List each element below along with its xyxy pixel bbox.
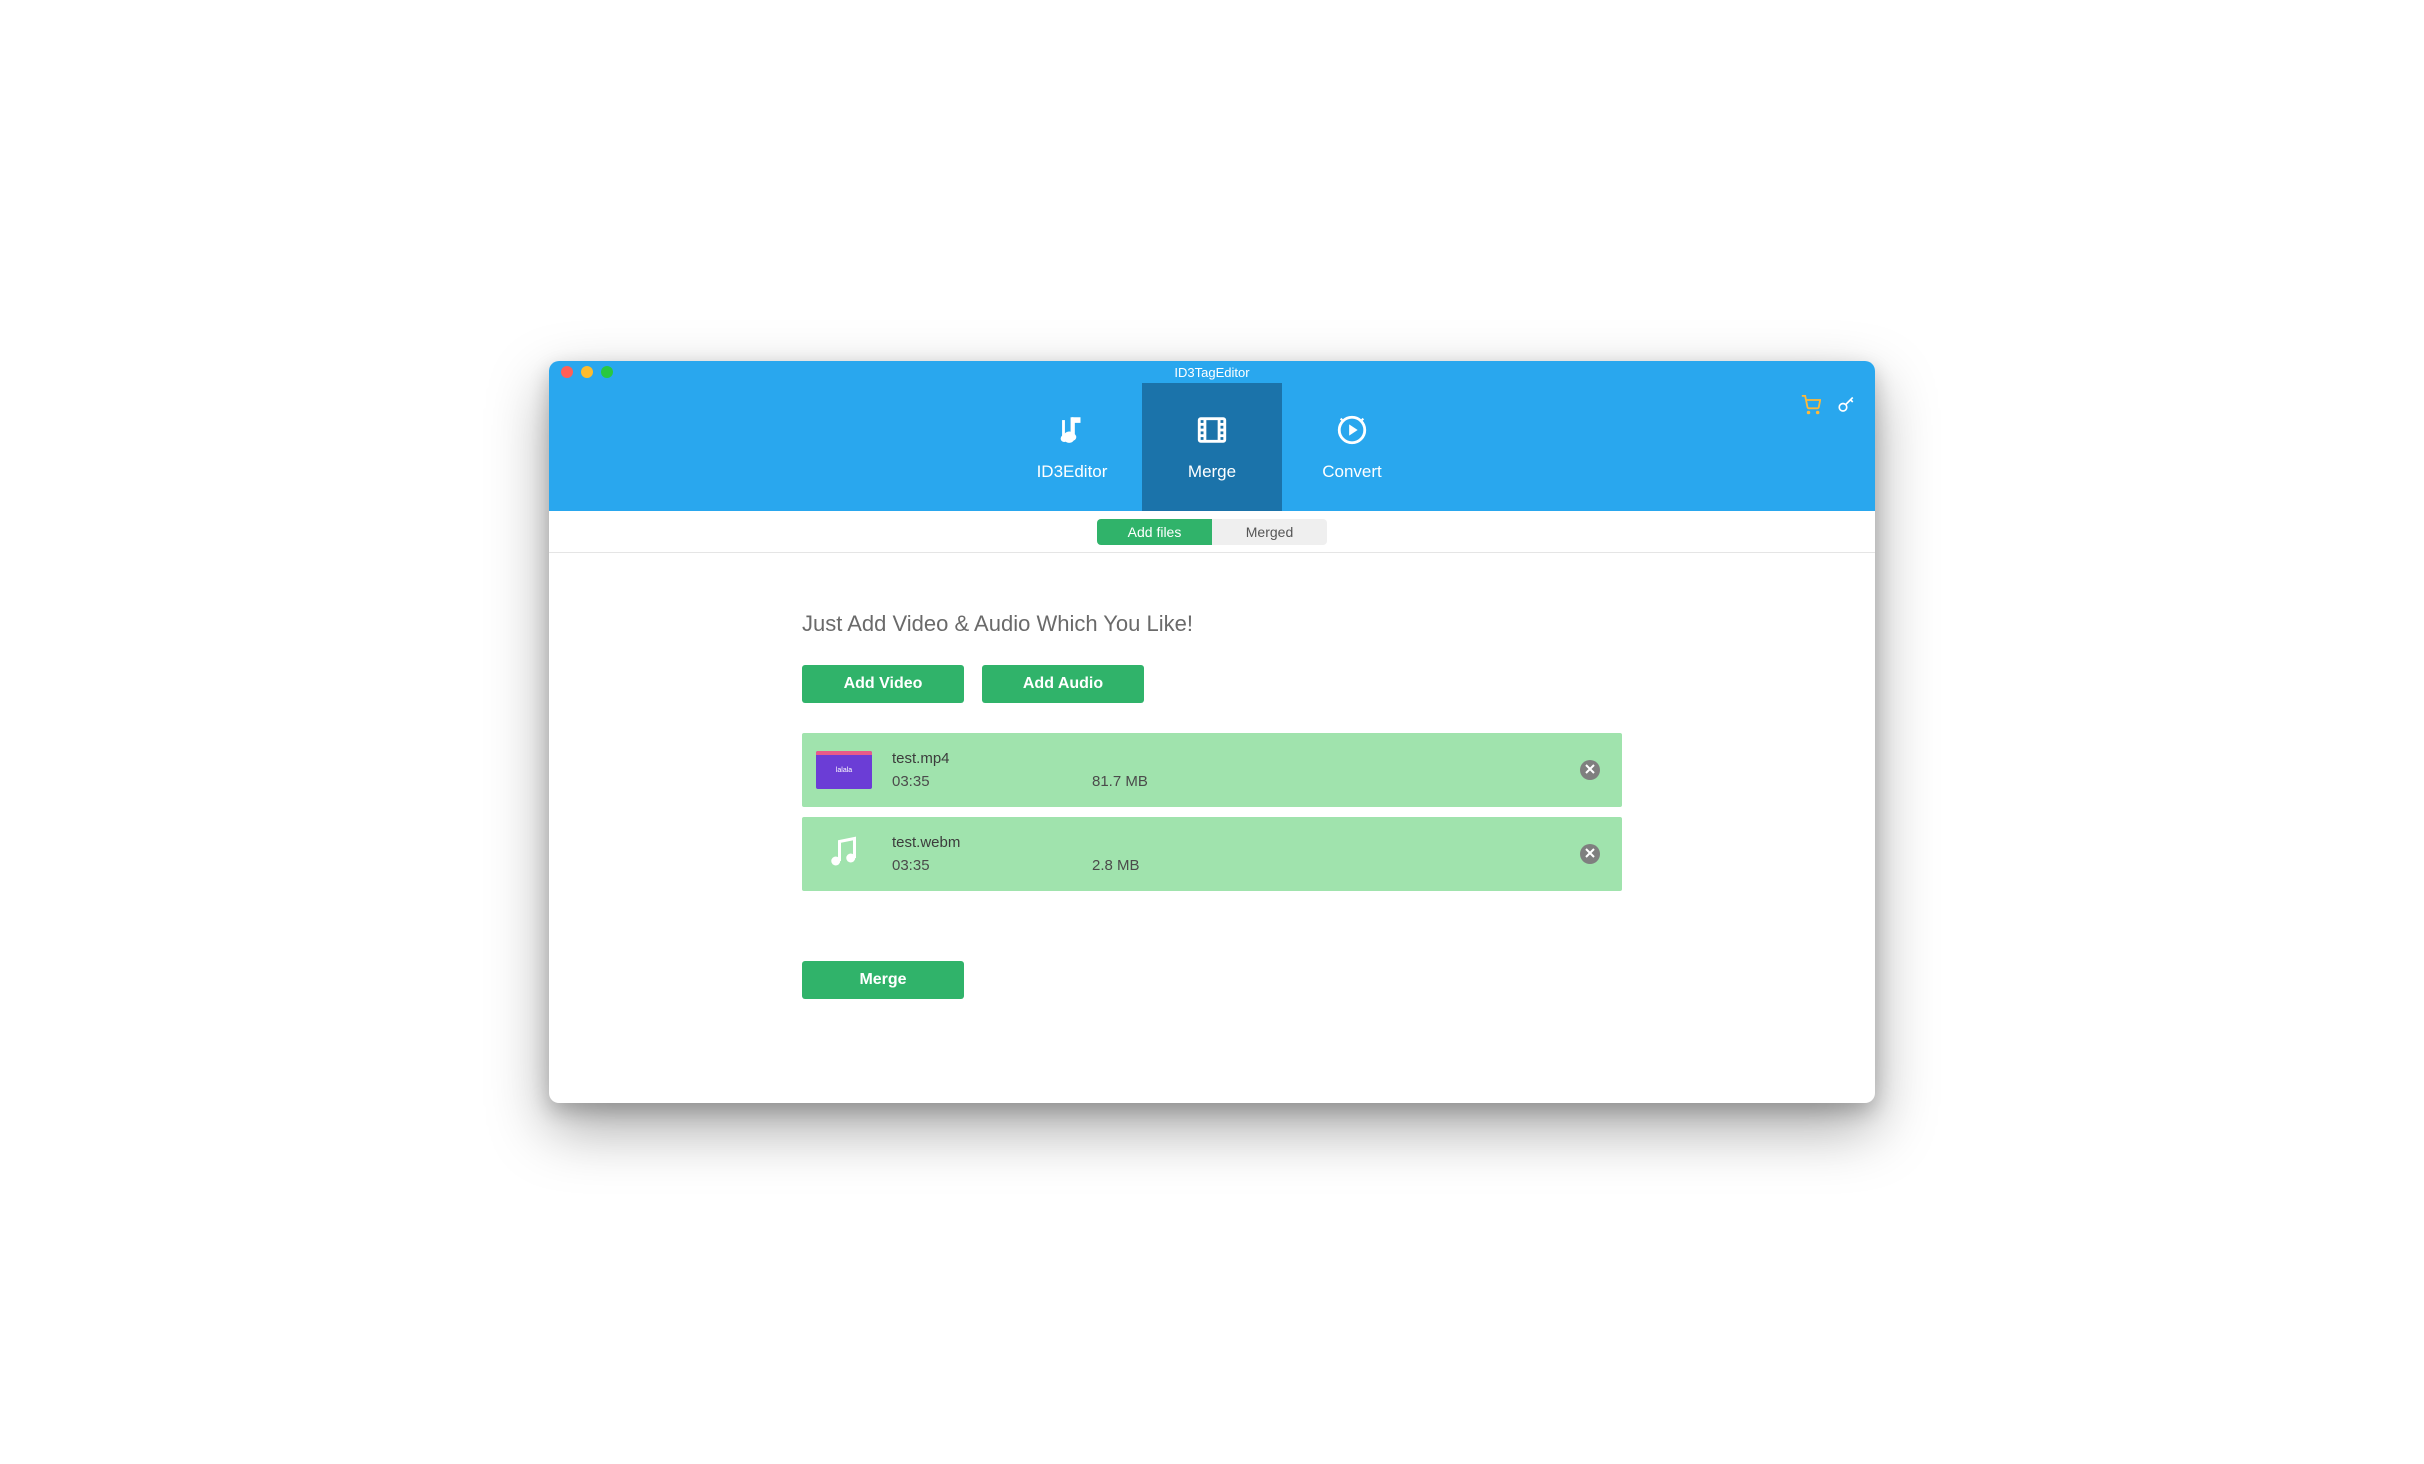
file-info: test.webm 03:35 2.8 MB [892,834,1140,874]
app-window: ID3TagEditor I [549,361,1875,1103]
remove-file-button[interactable] [1580,760,1600,780]
close-window-button[interactable] [561,366,573,378]
music-icon [826,834,862,875]
subtab-merged[interactable]: Merged [1212,519,1327,545]
file-row[interactable]: test.webm 03:35 2.8 MB [802,817,1622,891]
nav-tab-convert[interactable]: Convert [1282,383,1422,511]
content-inner: Just Add Video & Audio Which You Like! A… [802,611,1622,999]
close-icon [1585,761,1595,779]
file-info: test.mp4 03:35 81.7 MB [892,750,1148,790]
add-audio-button[interactable]: Add Audio [982,665,1144,703]
nav-tab-merge[interactable]: Merge [1142,383,1282,511]
close-icon [1585,845,1595,863]
remove-file-button[interactable] [1580,844,1600,864]
nav-tab-label: ID3Editor [1037,462,1108,482]
file-duration: 03:35 [892,857,1092,874]
key-icon[interactable] [1837,396,1855,419]
file-meta: 03:35 81.7 MB [892,773,1148,790]
nav-tabs: ID3Editor Merge [1002,383,1422,511]
audio-thumbnail [816,835,872,873]
file-row[interactable]: test.mp4 03:35 81.7 MB [802,733,1622,807]
file-list: test.mp4 03:35 81.7 MB [802,733,1622,891]
maximize-window-button[interactable] [601,366,613,378]
add-buttons-row: Add Video Add Audio [802,665,1622,703]
traffic-lights [561,366,613,378]
film-icon [1195,413,1229,452]
subtabs: Add files Merged [549,511,1875,553]
add-video-button[interactable]: Add Video [802,665,964,703]
header: ID3Editor Merge [549,383,1875,511]
file-size: 81.7 MB [1092,773,1148,790]
header-icons [1801,395,1855,420]
minimize-window-button[interactable] [581,366,593,378]
file-size: 2.8 MB [1092,857,1140,874]
nav-tab-label: Merge [1188,462,1236,482]
cart-icon[interactable] [1801,395,1821,420]
nav-tab-label: Convert [1322,462,1382,482]
file-name: test.webm [892,834,1140,851]
nav-tab-id3editor[interactable]: ID3Editor [1002,383,1142,511]
merge-button[interactable]: Merge [802,961,964,999]
file-name: test.mp4 [892,750,1148,767]
content: Just Add Video & Audio Which You Like! A… [549,553,1875,1103]
subtab-group: Add files Merged [1097,519,1327,545]
page-heading: Just Add Video & Audio Which You Like! [802,611,1622,637]
file-meta: 03:35 2.8 MB [892,857,1140,874]
subtab-add-files[interactable]: Add files [1097,519,1212,545]
music-icon [1055,413,1089,452]
titlebar: ID3TagEditor [549,361,1875,383]
video-thumbnail [816,751,872,789]
window-title: ID3TagEditor [1174,365,1249,380]
convert-icon [1335,413,1369,452]
file-duration: 03:35 [892,773,1092,790]
